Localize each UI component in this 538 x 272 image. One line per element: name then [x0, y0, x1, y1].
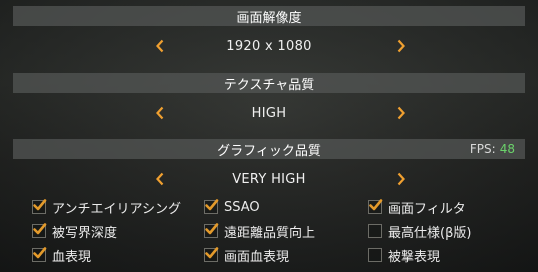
fps-label: FPS:: [469, 142, 496, 156]
option-label: 血表現: [52, 249, 92, 265]
texture-title: テクスチャ品質: [223, 77, 315, 93]
chevron-right-icon: [397, 39, 405, 53]
checkbox[interactable]: [32, 247, 47, 262]
resolution-title: 画面解像度: [236, 10, 302, 26]
fps-value: 48: [499, 142, 515, 156]
graphics-next-button[interactable]: [394, 170, 408, 188]
option-checkbox-item[interactable]: アンチエイリアシング: [32, 198, 181, 217]
option-checkbox-item[interactable]: 被写界深度: [32, 222, 118, 241]
option-label: SSAO: [224, 199, 260, 215]
graphics-selector[interactable]: VERY HIGH: [13, 165, 525, 193]
option-label: 遠距離品質向上: [224, 225, 316, 241]
fps-counter: FPS: 48: [470, 142, 515, 156]
checkbox[interactable]: [32, 223, 47, 238]
option-checkbox-item[interactable]: 遠距離品質向上: [204, 222, 316, 241]
texture-prev-button[interactable]: [153, 104, 167, 122]
option-checkbox-item[interactable]: 血表現: [32, 246, 92, 265]
option-label: 画面フィルタ: [388, 201, 466, 217]
checkmark-icon: [33, 223, 47, 235]
graphics-header: グラフィック品質 FPS: 48: [13, 139, 525, 159]
checkmark-icon: [33, 199, 47, 211]
checkmark-icon: [205, 223, 219, 235]
checkmark-icon: [33, 247, 47, 259]
chevron-left-icon: [156, 106, 164, 120]
chevron-right-icon: [397, 172, 405, 186]
option-label: 被撃表現: [388, 249, 441, 265]
option-checkbox-item[interactable]: SSAO: [204, 198, 260, 216]
checkbox[interactable]: [368, 224, 382, 238]
texture-selector[interactable]: HIGH: [13, 99, 525, 127]
option-checkbox-item[interactable]: 被撃表現: [368, 246, 441, 265]
texture-next-button[interactable]: [394, 104, 408, 122]
resolution-prev-button[interactable]: [153, 37, 167, 55]
texture-value: HIGH: [251, 105, 287, 121]
resolution-selector[interactable]: 1920 x 1080: [13, 32, 525, 60]
checkmark-icon: [205, 199, 219, 211]
option-checkbox-item[interactable]: 最高仕様(β版): [368, 222, 472, 241]
option-label: 画面血表現: [224, 249, 290, 265]
chevron-left-icon: [156, 172, 164, 186]
texture-header: テクスチャ品質: [13, 73, 525, 93]
option-label: 最高仕様(β版): [388, 225, 472, 241]
option-checkbox-item[interactable]: 画面血表現: [204, 246, 290, 265]
checkbox[interactable]: [368, 248, 382, 262]
resolution-header: 画面解像度: [13, 6, 525, 26]
option-label: アンチエイリアシング: [52, 201, 181, 217]
graphics-title: グラフィック品質: [217, 143, 321, 159]
checkbox[interactable]: [204, 247, 219, 262]
checkbox[interactable]: [368, 199, 383, 214]
option-label: 被写界深度: [52, 225, 118, 241]
checkbox[interactable]: [204, 223, 219, 238]
checkbox[interactable]: [204, 199, 219, 214]
chevron-right-icon: [397, 106, 405, 120]
chevron-left-icon: [156, 39, 164, 53]
graphics-prev-button[interactable]: [153, 170, 167, 188]
option-checkbox-item[interactable]: 画面フィルタ: [368, 198, 466, 217]
checkmark-icon: [369, 199, 383, 211]
graphics-value: VERY HIGH: [232, 171, 306, 187]
resolution-value: 1920 x 1080: [226, 38, 312, 54]
checkbox[interactable]: [32, 199, 47, 214]
checkmark-icon: [205, 247, 219, 259]
resolution-next-button[interactable]: [394, 37, 408, 55]
